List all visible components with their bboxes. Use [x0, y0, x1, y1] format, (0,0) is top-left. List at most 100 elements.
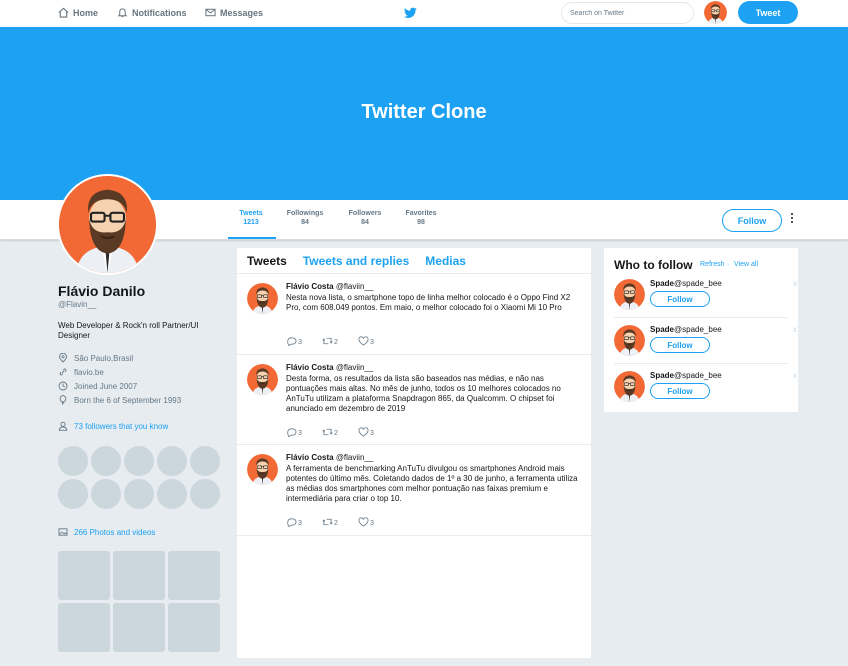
tweet-item[interactable]: Flávio Costa @flaviin__ Nesta nova lista…	[237, 274, 591, 355]
stat-tweets-value: 1213	[243, 219, 259, 226]
profile-avatar[interactable]	[57, 174, 158, 275]
retweet-action[interactable]: 2	[322, 517, 338, 527]
profile-follow-button[interactable]: Follow	[722, 209, 782, 232]
suggestion-follow-button[interactable]: Follow	[650, 383, 710, 399]
tweet-actions: 3 2 3	[286, 336, 374, 346]
suggestion-avatar[interactable]	[614, 325, 645, 356]
nav-messages[interactable]: Messages	[205, 7, 263, 18]
stat-followers[interactable]: Followers 84	[346, 210, 384, 226]
follower-avatar-placeholder[interactable]	[58, 479, 88, 509]
search-input[interactable]	[561, 2, 694, 24]
profile-bio: Web Developer & Rock'n roll Partner/UI D…	[58, 321, 199, 340]
nav-messages-label: Messages	[220, 7, 264, 18]
profile-website-link[interactable]: flavio.be	[74, 368, 104, 377]
followers-you-know-link[interactable]: 73 followers that you know	[74, 422, 168, 431]
tweet-author-handle[interactable]: @flaviin__	[336, 282, 373, 291]
photo-thumbnail[interactable]	[113, 551, 165, 600]
retweet-action[interactable]: 2	[322, 336, 338, 346]
nav-home-label: Home	[73, 7, 99, 18]
tweet-author-name[interactable]: Flávio Costa	[286, 282, 334, 291]
more-options-icon[interactable]	[790, 213, 794, 223]
profile-location: São Paulo,Brasil	[58, 353, 133, 363]
follower-avatar-placeholder[interactable]	[124, 446, 154, 476]
suggestion-follow-button[interactable]: Follow	[650, 291, 710, 307]
separator-dot: ·	[727, 261, 730, 268]
tweet-avatar[interactable]	[247, 454, 278, 485]
profile-birthday-text: Born the 6 of September 1993	[74, 395, 182, 405]
photo-thumbnail[interactable]	[168, 603, 220, 652]
follower-avatar-placeholder[interactable]	[58, 446, 88, 476]
photos-videos[interactable]: 266 Photos and videos	[58, 527, 155, 537]
heart-icon	[358, 517, 369, 527]
profile-banner: Twitter Clone	[0, 27, 848, 200]
view-all-link[interactable]: View all	[734, 261, 758, 268]
balloon-icon	[59, 395, 67, 405]
profile-joined-text: Joined June 2007	[74, 381, 138, 391]
follower-avatar-placeholder[interactable]	[157, 446, 187, 476]
like-action[interactable]: 3	[358, 336, 374, 346]
tweet-button[interactable]: Tweet	[738, 1, 798, 24]
tab-tweets-and-replies[interactable]: Tweets and replies	[303, 254, 409, 268]
reply-icon	[287, 518, 297, 527]
tweet-author-handle[interactable]: @flaviin__	[336, 363, 373, 372]
suggestion-avatar[interactable]	[614, 279, 645, 310]
suggestion-name[interactable]: Spade@spade_bee	[650, 325, 722, 334]
tweet-item[interactable]: Flávio Costa @flaviin__ A ferramenta de …	[237, 445, 591, 536]
tweet-avatar[interactable]	[247, 364, 278, 395]
suggestion-name[interactable]: Spade@spade_bee	[650, 371, 722, 380]
like-action[interactable]: 3	[358, 517, 374, 527]
tweet-text: Desta forma, os resultados da lista são …	[286, 374, 561, 413]
stat-tweets-label: Tweets	[239, 210, 263, 217]
follower-avatar-placeholder[interactable]	[91, 479, 121, 509]
suggestion-follow-button[interactable]: Follow	[650, 337, 710, 353]
reply-action[interactable]: 3	[286, 336, 302, 346]
twitter-bird-icon[interactable]	[404, 7, 417, 19]
stat-followings-label: Followings	[286, 210, 324, 217]
nav-avatar[interactable]	[704, 1, 727, 24]
nav-home[interactable]: Home	[58, 7, 98, 18]
follower-avatar-placeholder[interactable]	[157, 479, 187, 509]
follower-avatar-placeholder[interactable]	[91, 446, 121, 476]
like-count: 3	[370, 339, 374, 346]
stat-tweets[interactable]: Tweets 1213	[237, 210, 265, 226]
photos-videos-link[interactable]: 266 Photos and videos	[74, 528, 155, 537]
dismiss-suggestion-icon[interactable]: x	[793, 279, 797, 288]
stat-followers-value: 84	[361, 219, 369, 226]
stat-followings[interactable]: Followings 84	[284, 210, 326, 226]
banner-title: Twitter Clone	[361, 100, 487, 123]
tweet-author-name[interactable]: Flávio Costa	[286, 453, 334, 462]
follower-avatar-placeholder[interactable]	[190, 479, 220, 509]
dismiss-suggestion-icon[interactable]: x	[793, 325, 797, 334]
stat-favorites[interactable]: Favorites 98	[403, 210, 439, 226]
photo-thumbnail[interactable]	[58, 551, 110, 600]
tab-medias[interactable]: Medias	[425, 254, 466, 268]
tweet-author-name[interactable]: Flávio Costa	[286, 363, 334, 372]
profile-joined: Joined June 2007	[58, 381, 137, 391]
follower-avatar-placeholder[interactable]	[124, 479, 154, 509]
suggestion-avatar[interactable]	[614, 371, 645, 402]
reply-action[interactable]: 3	[286, 427, 302, 437]
tweet-text: Nesta nova lista, o smartphone topo de l…	[286, 293, 571, 312]
tweet-item[interactable]: Flávio Costa @flaviin__ Desta forma, os …	[237, 355, 591, 445]
refresh-link[interactable]: Refresh	[700, 261, 725, 268]
photo-thumbnail[interactable]	[168, 551, 220, 600]
photo-thumbnail[interactable]	[58, 603, 110, 652]
dismiss-suggestion-icon[interactable]: x	[793, 371, 797, 380]
tweet-actions: 3 2 3	[286, 517, 374, 527]
stat-followers-label: Followers	[348, 210, 382, 217]
like-action[interactable]: 3	[358, 427, 374, 437]
tweet-avatar[interactable]	[247, 283, 278, 314]
retweet-action[interactable]: 2	[322, 427, 338, 437]
like-count: 3	[370, 520, 374, 527]
suggestion-display-name: Spade	[650, 279, 675, 288]
tab-tweets[interactable]: Tweets	[247, 254, 287, 268]
retweet-icon	[322, 337, 333, 345]
follower-avatar-placeholder[interactable]	[190, 446, 220, 476]
suggestion-name[interactable]: Spade@spade_bee	[650, 279, 722, 288]
profile-handle: @Flavin__	[58, 300, 97, 309]
nav-notifications[interactable]: Notifications	[117, 7, 187, 18]
reply-action[interactable]: 3	[286, 517, 302, 527]
photo-thumbnail[interactable]	[113, 603, 165, 652]
tweet-author-handle[interactable]: @flaviin__	[336, 453, 373, 462]
followers-you-know[interactable]: 73 followers that you know	[58, 421, 168, 431]
